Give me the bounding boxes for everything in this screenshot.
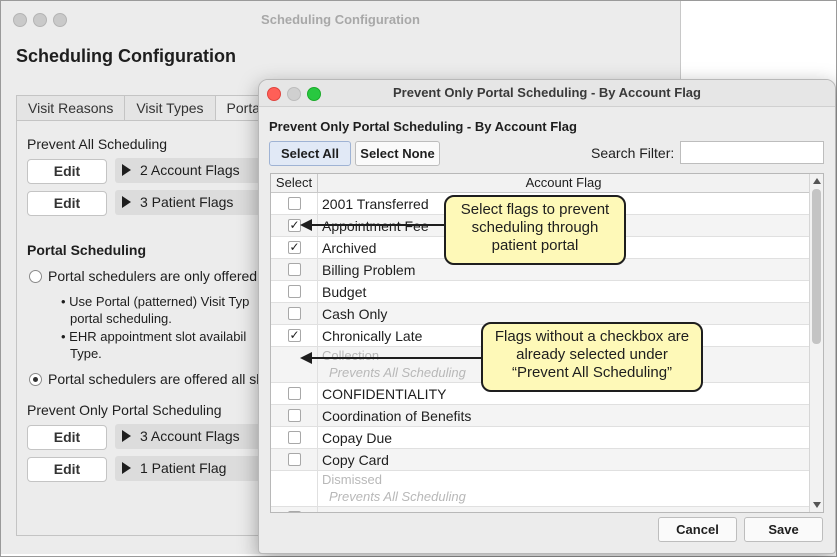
portal-option-1-radio[interactable]: [29, 270, 42, 283]
select-cell: [271, 281, 318, 302]
save-button[interactable]: Save: [744, 517, 823, 542]
window-title: Scheduling Configuration: [261, 12, 420, 27]
callout-arrow-head-icon: [300, 352, 312, 364]
flag-checkbox[interactable]: [288, 285, 301, 298]
select-cell: [271, 471, 318, 506]
flag-checkbox[interactable]: [288, 409, 301, 422]
prevent-portal-label: Prevent Only Portal Scheduling: [27, 402, 222, 418]
scrollbar-thumb[interactable]: [812, 189, 821, 344]
prevent-portal-account-flags-disclosure[interactable]: 3 Account Flags: [115, 424, 272, 449]
prevent-all-patient-edit-button[interactable]: Edit: [27, 191, 107, 216]
tab-bar: Visit Reasons Visit Types Porta: [16, 95, 272, 120]
portal-scheduling-label: Portal Scheduling: [27, 242, 147, 258]
flag-name: Copy Card: [322, 452, 389, 468]
select-cell: [271, 405, 318, 426]
disclosure-triangle-icon: [122, 164, 131, 176]
vertical-scrollbar[interactable]: [809, 174, 823, 512]
cancel-button[interactable]: Cancel: [658, 517, 737, 542]
portal-bullet-2: • EHR appointment slot availabil: [61, 329, 247, 344]
flag-name: Billing Problem: [322, 262, 416, 278]
flag-name: Employee: [322, 510, 384, 512]
prevent-portal-account-edit-button[interactable]: Edit: [27, 425, 107, 450]
flag-name: Budget: [322, 284, 367, 300]
flag-name: Copay Due: [322, 430, 393, 446]
portal-bullet-1-cont: portal scheduling.: [70, 311, 172, 326]
flag-checkbox[interactable]: ✓: [288, 241, 301, 254]
window-titlebar: Scheduling Configuration: [1, 1, 680, 35]
flag-checkbox[interactable]: [288, 431, 301, 444]
scroll-down-arrow-icon[interactable]: [813, 502, 821, 508]
prevent-portal-patient-edit-button[interactable]: Edit: [27, 457, 107, 482]
prevent-all-account-edit-button[interactable]: Edit: [27, 159, 107, 184]
table-row: Dismissed Prevents All Scheduling: [271, 471, 809, 507]
account-flag-dialog: Prevent Only Portal Scheduling - By Acco…: [258, 79, 836, 554]
flag-checkbox[interactable]: [288, 197, 301, 210]
table-row[interactable]: Copay Due: [271, 427, 809, 449]
select-column-header[interactable]: Select: [271, 174, 318, 192]
flag-checkbox[interactable]: [288, 511, 301, 512]
select-cell: [271, 507, 318, 512]
search-filter-label: Search Filter:: [591, 145, 675, 161]
table-row[interactable]: Employee: [271, 507, 809, 512]
account-flag-column-header[interactable]: Account Flag: [318, 174, 809, 192]
flag-checkbox[interactable]: [288, 307, 301, 320]
select-cell: ✓: [271, 237, 318, 258]
select-cell: [271, 449, 318, 470]
callout-prevent-all-note: Flags without a checkbox are already sel…: [481, 322, 703, 392]
flag-checkbox[interactable]: [288, 387, 301, 400]
flag-name: Chronically Late: [322, 328, 423, 344]
portal-option-2-radio[interactable]: [29, 373, 42, 386]
prevent-all-label: Prevent All Scheduling: [27, 136, 168, 152]
flag-name: Dismissed: [322, 472, 382, 487]
flag-checkbox[interactable]: [288, 453, 301, 466]
dialog-titlebar: Prevent Only Portal Scheduling - By Acco…: [259, 80, 835, 107]
prevent-portal-patient-flags-disclosure[interactable]: 1 Patient Flag: [115, 456, 272, 481]
prevent-all-patient-flags-disclosure[interactable]: 3 Patient Flags: [115, 190, 272, 215]
prevent-all-account-flags-disclosure[interactable]: 2 Account Flags: [115, 158, 272, 183]
flag-name: 2001 Transferred: [322, 196, 429, 212]
disclosure-triangle-icon: [122, 430, 131, 442]
portal-bullet-2-cont: Type.: [70, 346, 102, 361]
flag-note: Prevents All Scheduling: [329, 489, 466, 504]
portal-option-2-label: Portal schedulers are offered all sl: [48, 371, 260, 387]
select-cell: [271, 383, 318, 404]
scroll-up-arrow-icon[interactable]: [813, 178, 821, 184]
flag-checkbox[interactable]: ✓: [288, 329, 301, 342]
callout-select-flags: Select flags to prevent scheduling throu…: [444, 195, 626, 265]
tab-visit-reasons[interactable]: Visit Reasons: [16, 95, 126, 120]
select-none-button[interactable]: Select None: [355, 141, 440, 166]
page-title: Scheduling Configuration: [16, 46, 236, 66]
callout-arrow-line: [312, 224, 445, 226]
select-all-button[interactable]: Select All: [269, 141, 351, 166]
dialog-title: Prevent Only Portal Scheduling - By Acco…: [393, 85, 701, 100]
portal-option-1-label: Portal schedulers are only offered: [48, 268, 258, 284]
disclosure-triangle-icon: [122, 462, 131, 474]
flag-checkbox[interactable]: [288, 263, 301, 276]
table-row[interactable]: Budget: [271, 281, 809, 303]
table-row[interactable]: Copy Card: [271, 449, 809, 471]
flag-name: Collection: [322, 348, 380, 363]
portal-bullet-1: • Use Portal (patterned) Visit Typ: [61, 294, 250, 309]
flag-name: CONFIDENTIALITY: [322, 386, 447, 402]
callout-arrow-head-icon: [300, 219, 312, 231]
select-cell: [271, 427, 318, 448]
flag-name: Coordination of Benefits: [322, 408, 472, 424]
flag-name: Archived: [322, 240, 377, 256]
flag-name: Appointment Fee: [322, 218, 429, 234]
flag-name: Cash Only: [322, 306, 388, 322]
callout-arrow-line: [312, 357, 483, 359]
select-cell: ✓: [271, 325, 318, 346]
select-cell: [271, 303, 318, 324]
disclosure-triangle-icon: [122, 196, 131, 208]
flag-note: Prevents All Scheduling: [329, 365, 466, 380]
search-filter-input[interactable]: [680, 141, 824, 164]
table-row[interactable]: Coordination of Benefits: [271, 405, 809, 427]
tab-visit-types[interactable]: Visit Types: [124, 95, 216, 120]
table-header: Select Account Flag: [271, 174, 809, 193]
dialog-heading: Prevent Only Portal Scheduling - By Acco…: [269, 119, 577, 134]
select-cell: [271, 259, 318, 280]
select-cell: [271, 193, 318, 214]
